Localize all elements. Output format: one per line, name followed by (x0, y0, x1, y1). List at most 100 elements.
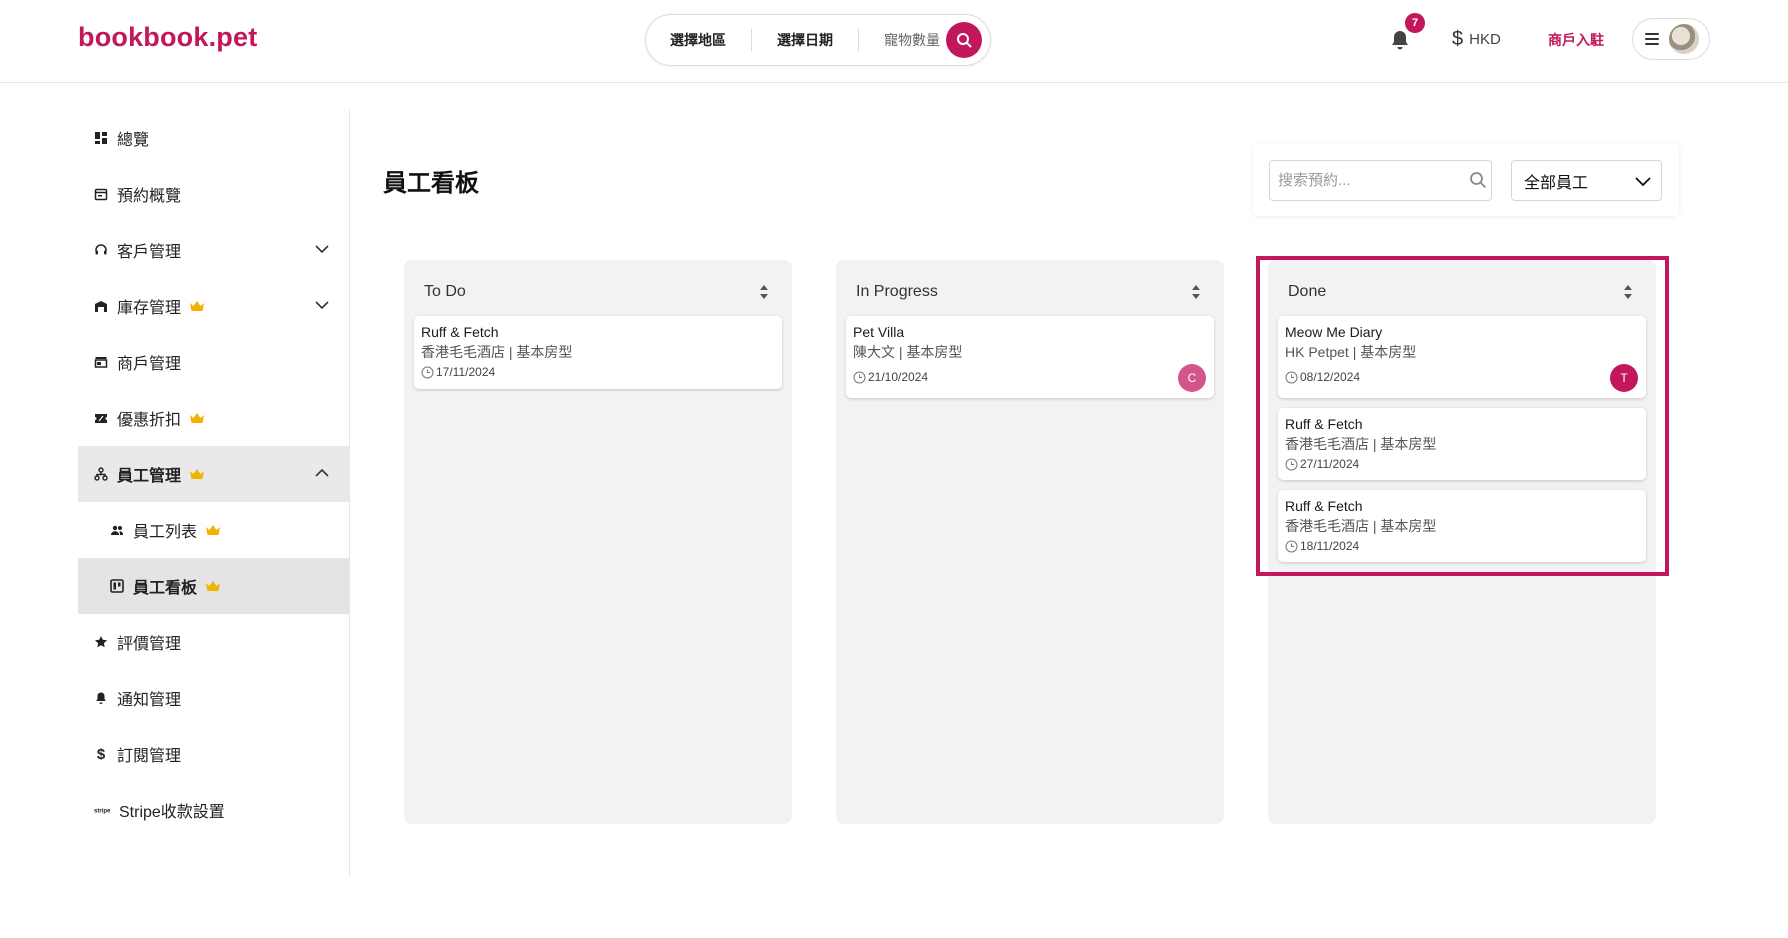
booking-card[interactable]: Ruff & Fetch 香港毛毛酒店 | 基本房型 18/11/2024 (1278, 490, 1646, 562)
sidebar-item-label: 訂閱管理 (117, 748, 182, 765)
card-date-value: 27/11/2024 (1300, 457, 1360, 471)
ticket-icon (95, 414, 107, 423)
chevron-down-icon (315, 245, 329, 254)
stripe-icon: stripe (94, 809, 110, 815)
booking-search-input[interactable] (1269, 160, 1492, 201)
card-subtitle: 香港毛毛酒店 | 基本房型 (421, 344, 573, 360)
sidebar-item-label: 商戶管理 (117, 356, 182, 373)
avatar (1669, 24, 1699, 54)
staff-filter-select[interactable]: 全部員工 (1511, 160, 1662, 201)
sidebar-item-label: 員工管理 (117, 468, 182, 485)
sidebar-item-notifications[interactable]: 通知管理 (78, 670, 349, 726)
column-title: To Do (424, 283, 466, 300)
sidebar-item-label: 總覽 (117, 132, 150, 149)
clock-icon (421, 366, 434, 378)
sidebar-item-label: 員工列表 (133, 524, 198, 541)
svg-text:stripe: stripe (94, 809, 110, 815)
sidebar-item-merchant[interactable]: 商戶管理 (78, 334, 349, 390)
sidebar-item-label: 庫存管理 (117, 300, 182, 317)
card-title: Ruff & Fetch (1285, 498, 1363, 514)
bell-icon (96, 692, 106, 704)
sort-icon[interactable] (759, 284, 769, 300)
merchant-signup-link[interactable]: 商戶入駐 (1548, 30, 1604, 50)
currency-label: HKD (1469, 31, 1501, 48)
pet-count-selector[interactable]: 寵物數量 (859, 30, 950, 50)
date-selector[interactable]: 選擇日期 (752, 30, 858, 50)
menu-icon (1645, 33, 1659, 45)
sidebar-item-label: 通知管理 (117, 692, 182, 709)
card-date: 27/11/2024 (1285, 457, 1639, 471)
booking-card[interactable]: Pet Villa 陳大文 | 基本房型 21/10/2024 C (846, 316, 1214, 398)
booking-card[interactable]: Meow Me Diary HK Petpet | 基本房型 08/12/202… (1278, 316, 1646, 398)
card-title: Ruff & Fetch (1285, 416, 1363, 432)
sidebar-item-staff-kanban[interactable]: 員工看板 (78, 558, 349, 614)
filter-panel: 全部員工 (1253, 143, 1679, 216)
sidebar-item-subscription[interactable]: $ 訂閱管理 (78, 726, 349, 782)
user-menu-button[interactable] (1632, 18, 1710, 60)
site-logo[interactable]: bookbook.pet (78, 22, 257, 53)
currency-selector[interactable]: $ HKD (1452, 28, 1501, 51)
store-icon (94, 357, 108, 368)
booking-card[interactable]: Ruff & Fetch 香港毛毛酒店 | 基本房型 27/11/2024 (1278, 408, 1646, 480)
sidebar-item-stripe[interactable]: stripe Stripe收款設置 (78, 782, 349, 838)
sidebar-item-discounts[interactable]: 優惠折扣 (78, 390, 349, 446)
card-subtitle: 香港毛毛酒店 | 基本房型 (1285, 436, 1437, 452)
search-bar[interactable]: 選擇地區 選擇日期 寵物數量 (645, 14, 991, 66)
column-title: In Progress (856, 283, 938, 300)
clock-icon (1285, 458, 1298, 470)
card-title: Meow Me Diary (1285, 324, 1383, 340)
page-title: 員工看板 (383, 170, 479, 197)
staff-filter-value: 全部員工 (1524, 174, 1589, 192)
kanban-column-done: Done Meow Me Diary HK Petpet | 基本房型 08/1… (1268, 260, 1656, 824)
card-date-value: 17/11/2024 (436, 365, 496, 379)
warehouse-icon (95, 301, 107, 312)
card-date: 08/12/2024 (1285, 370, 1639, 384)
top-header: bookbook.pet 選擇地區 選擇日期 寵物數量 7 $ HKD 商戶入駐 (0, 0, 1788, 83)
sidebar-item-reviews[interactable]: 評價管理 (78, 614, 349, 670)
search-button[interactable] (946, 22, 982, 58)
chevron-down-icon (315, 301, 329, 310)
star-icon (95, 636, 107, 648)
headset-icon (95, 244, 107, 255)
booking-card[interactable]: Ruff & Fetch 香港毛毛酒店 | 基本房型 17/11/2024 (414, 316, 782, 389)
sidebar-item-staff[interactable]: 員工管理 (78, 446, 349, 502)
card-date-value: 21/10/2024 (868, 370, 929, 384)
sidebar-item-label: 預約概覽 (117, 188, 182, 205)
region-selector[interactable]: 選擇地區 (646, 30, 751, 50)
sidebar-item-label: Stripe收款設置 (119, 804, 225, 821)
sidebar-item-bookings[interactable]: 預約概覽 (78, 166, 349, 222)
sidebar: 總覽 預約概覽 客戶管理 庫存管理 商戶管理 優惠折扣 員工管理 員工列表 員工… (78, 110, 350, 876)
sort-icon[interactable] (1623, 284, 1633, 300)
card-subtitle: 香港毛毛酒店 | 基本房型 (1285, 518, 1437, 534)
dollar-icon: $ (1452, 28, 1464, 50)
clock-icon (1285, 371, 1298, 383)
clock-icon (1285, 540, 1298, 552)
kanban-icon (110, 579, 124, 593)
card-date: 21/10/2024 (853, 370, 1207, 384)
clock-icon (853, 371, 866, 383)
sidebar-item-inventory[interactable]: 庫存管理 (78, 278, 349, 334)
sidebar-item-label: 評價管理 (117, 636, 182, 653)
kanban-column-todo: To Do Ruff & Fetch 香港毛毛酒店 | 基本房型 17/11/2… (404, 260, 792, 824)
notification-bell-icon[interactable] (1388, 28, 1412, 52)
card-subtitle: 陳大文 | 基本房型 (853, 344, 963, 360)
sort-icon[interactable] (1191, 284, 1201, 300)
assignee-avatar[interactable]: C (1178, 364, 1206, 392)
dollar-icon: $ (96, 745, 106, 763)
search-icon (1470, 172, 1486, 188)
search-icon (957, 33, 972, 48)
chevron-down-icon (1635, 177, 1651, 187)
sidebar-item-label: 優惠折扣 (117, 412, 182, 429)
card-title: Pet Villa (853, 324, 905, 340)
card-date: 18/11/2024 (1285, 539, 1639, 553)
sidebar-item-overview[interactable]: 總覽 (78, 110, 349, 166)
crown-icon (190, 469, 205, 479)
kanban-column-in-progress: In Progress Pet Villa 陳大文 | 基本房型 21/10/2… (836, 260, 1224, 824)
crown-icon (206, 525, 221, 535)
org-chart-icon (94, 467, 108, 481)
sidebar-item-customers[interactable]: 客戶管理 (78, 222, 349, 278)
dashboard-icon (95, 132, 107, 144)
sidebar-item-label: 客戶管理 (117, 244, 182, 261)
assignee-avatar[interactable]: T (1610, 364, 1638, 392)
sidebar-item-staff-list[interactable]: 員工列表 (78, 502, 349, 558)
